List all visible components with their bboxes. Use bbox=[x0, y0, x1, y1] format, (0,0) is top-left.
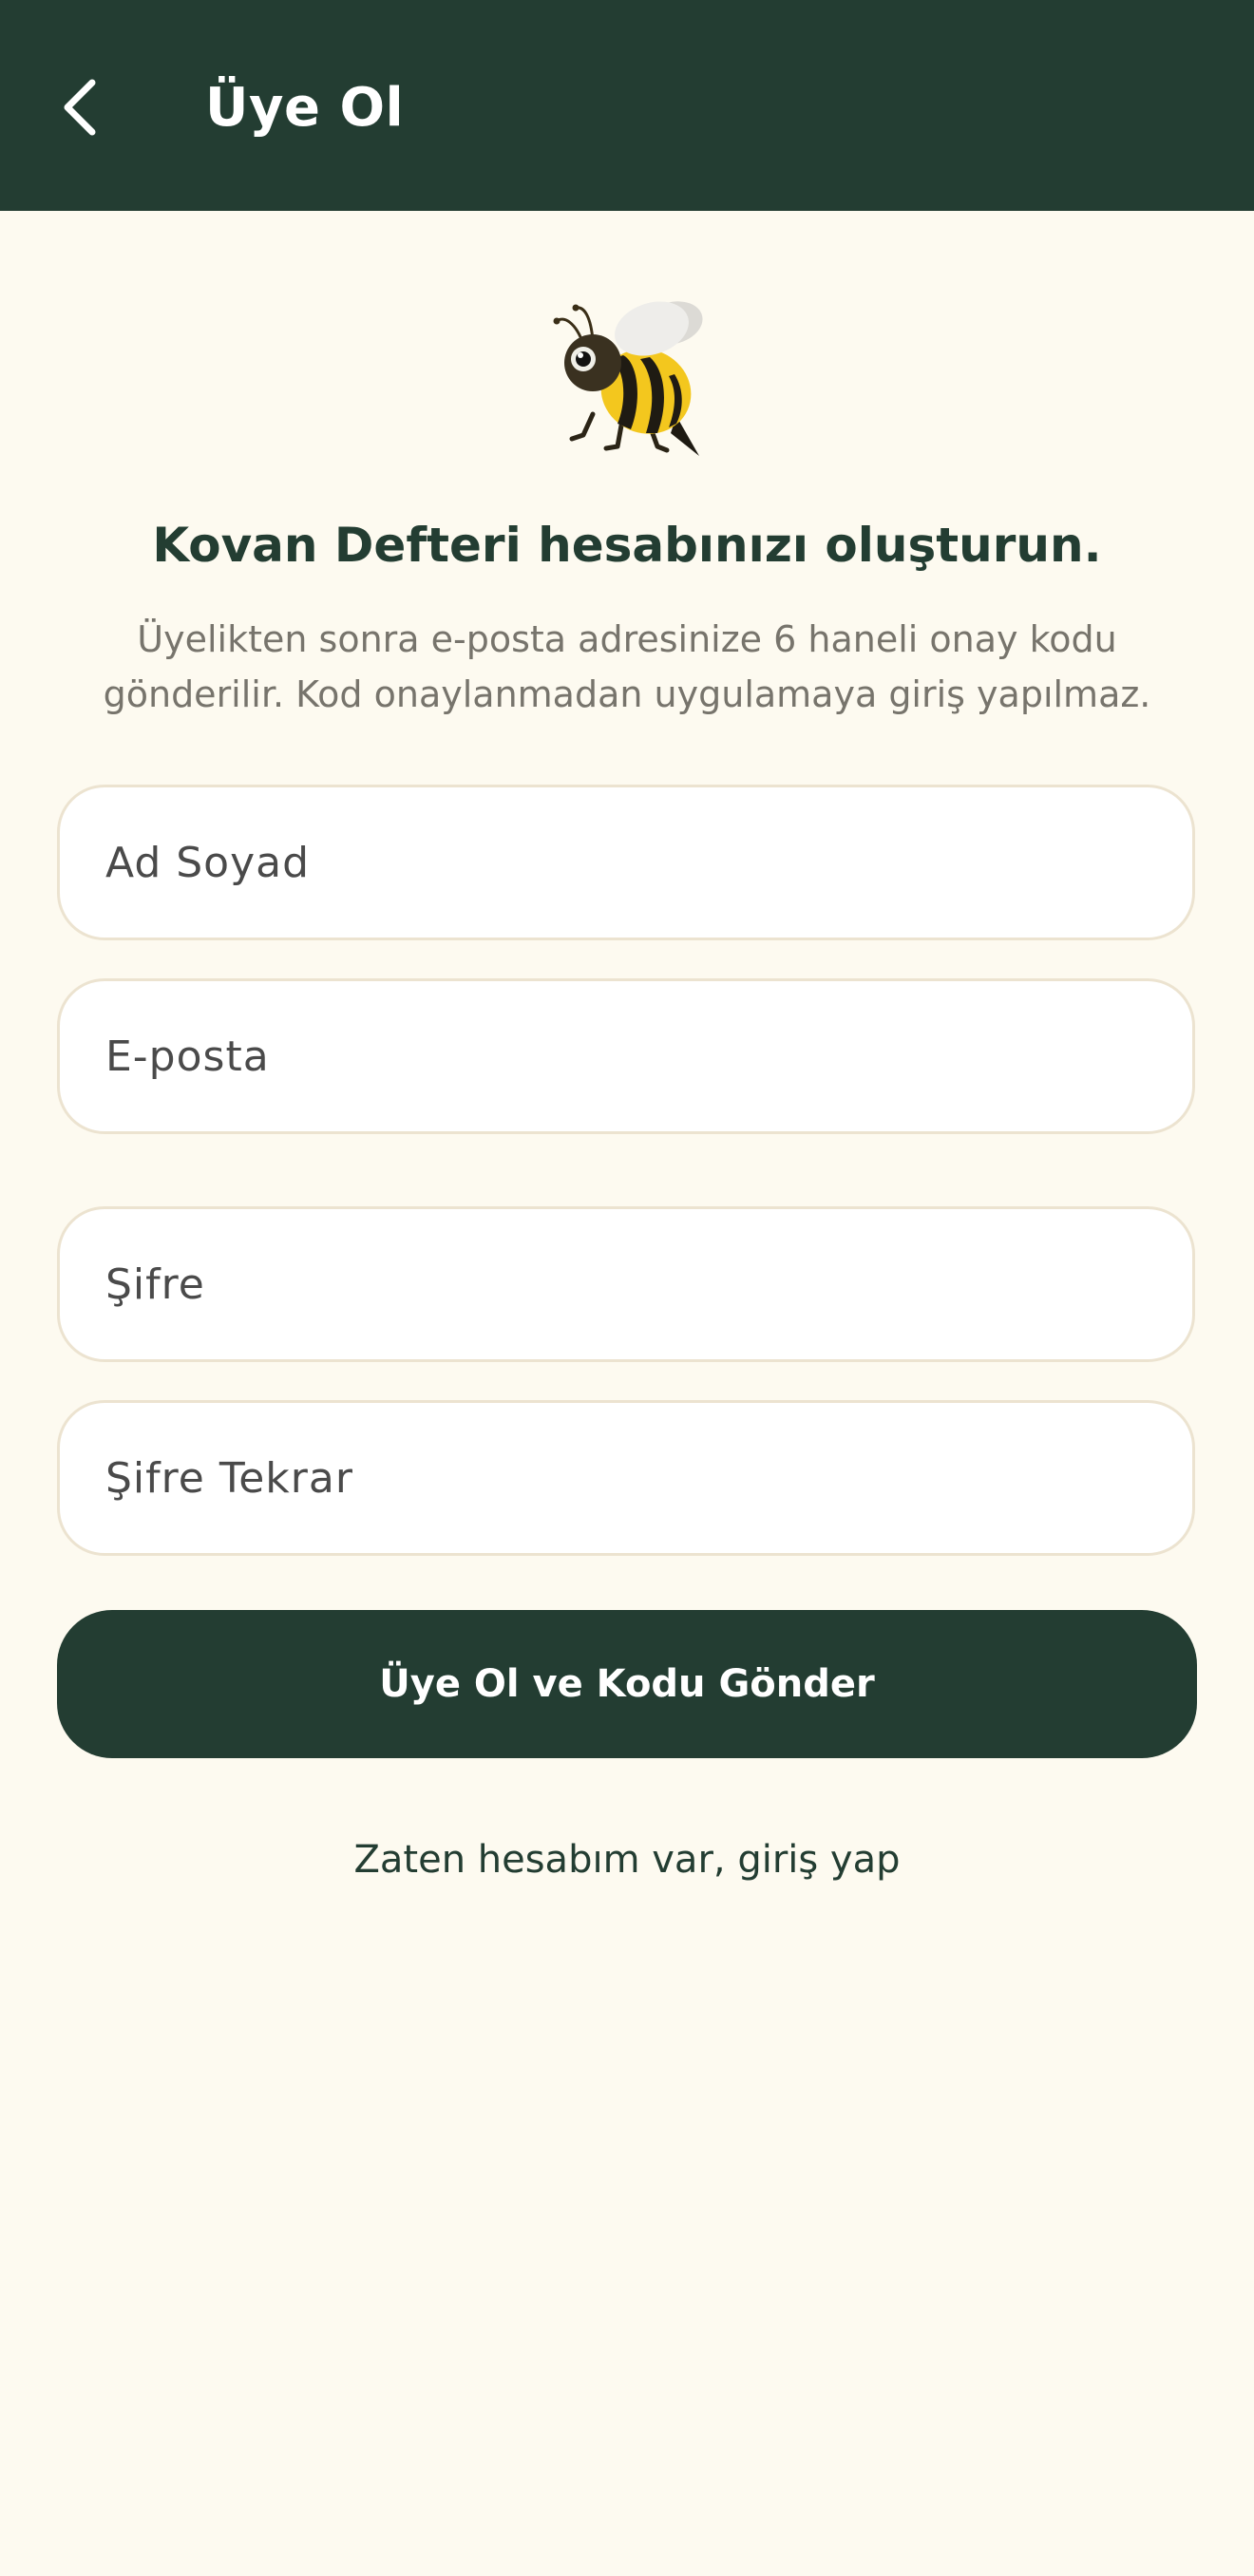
page-title: Üye Ol bbox=[205, 77, 405, 139]
email-input[interactable] bbox=[57, 978, 1195, 1134]
login-link[interactable]: Zaten hesabım var, giriş yap bbox=[0, 1831, 1254, 1888]
name-input[interactable] bbox=[57, 785, 1195, 940]
chevron-left-icon bbox=[64, 79, 96, 136]
signup-submit-button[interactable]: Üye Ol ve Kodu Gönder bbox=[57, 1610, 1197, 1758]
headline: Kovan Defteri hesabınızı oluşturun. bbox=[152, 518, 1102, 573]
app-bar: Üye Ol bbox=[0, 0, 1254, 211]
description-text: Üyelikten sonra e-posta adresinize 6 han… bbox=[103, 618, 1151, 715]
back-button[interactable] bbox=[46, 74, 112, 141]
password-repeat-input[interactable] bbox=[57, 1400, 1195, 1556]
bee-icon bbox=[553, 301, 703, 456]
password-input[interactable] bbox=[57, 1206, 1195, 1362]
